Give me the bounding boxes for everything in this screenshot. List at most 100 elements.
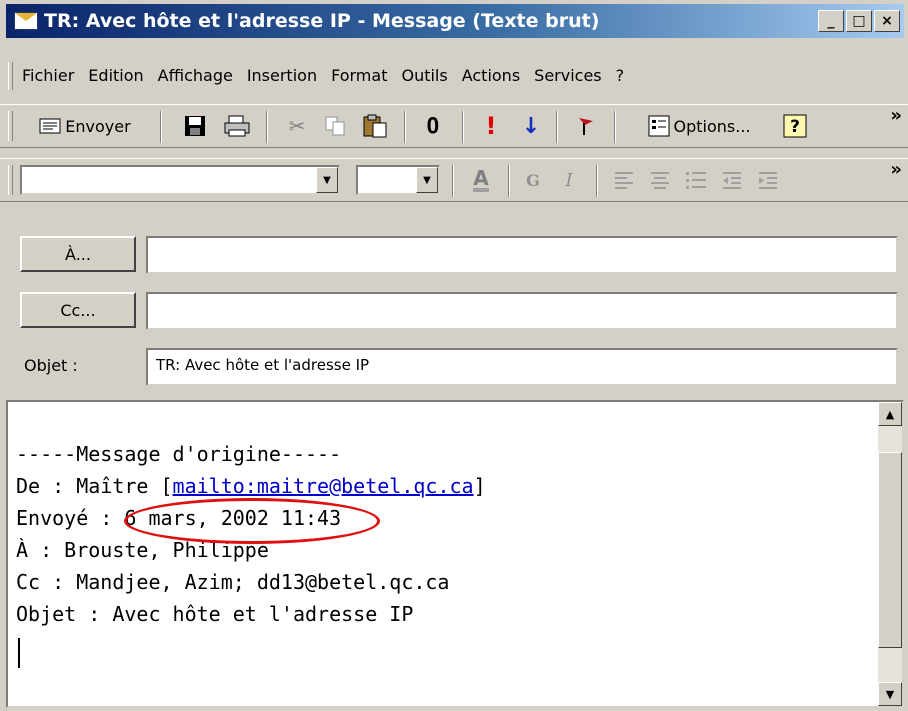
bullets-button[interactable]: [682, 165, 710, 195]
menu-affichage[interactable]: Affichage: [158, 66, 233, 85]
toolbar-separator: [266, 111, 268, 143]
toolbar-separator: [614, 111, 616, 143]
vertical-scrollbar[interactable]: ▲ ▼: [878, 402, 902, 706]
down-arrow-icon: ↓: [521, 113, 541, 139]
toolbar-grip[interactable]: [8, 165, 13, 195]
send-label: Envoyer: [65, 116, 131, 136]
font-color-button[interactable]: A: [466, 165, 496, 195]
toolbar-separator: [462, 111, 464, 143]
align-left-button[interactable]: [610, 165, 638, 195]
formatting-toolbar: ▼ ▼ A G I »: [0, 158, 908, 202]
help-button[interactable]: ?: [778, 111, 812, 141]
menu-insertion[interactable]: Insertion: [247, 66, 317, 85]
outdent-icon: [723, 172, 741, 189]
minimize-button[interactable]: _: [818, 10, 844, 32]
scissors-icon: ✂: [288, 114, 306, 138]
menu-bar: Fichier Edition Affichage Insertion Form…: [22, 60, 638, 90]
title-bar[interactable]: TR: Avec hôte et l'adresse IP - Message …: [6, 4, 904, 38]
cut-button[interactable]: ✂: [282, 111, 312, 141]
toolbar-separator: [596, 165, 598, 197]
indent-icon: [759, 172, 777, 189]
help-icon: ?: [783, 114, 807, 138]
subject-field[interactable]: TR: Avec hôte et l'adresse IP: [146, 348, 898, 386]
from-suffix: ]: [473, 474, 486, 498]
close-button[interactable]: ×: [874, 10, 900, 32]
toolbar-separator: [160, 111, 162, 143]
align-center-icon: [651, 172, 669, 189]
maximize-button[interactable]: □: [846, 10, 872, 32]
toolbar-more-button[interactable]: »: [890, 161, 902, 179]
menu-services[interactable]: Services: [534, 66, 601, 85]
window-controls: _ □ ×: [818, 10, 900, 32]
chevron-down-icon[interactable]: ▼: [416, 167, 438, 193]
date-highlight-circle: [124, 498, 380, 544]
scroll-down-button[interactable]: ▼: [878, 682, 902, 706]
menu-fichier[interactable]: Fichier: [22, 66, 74, 85]
font-select[interactable]: ▼: [20, 165, 340, 195]
bold-button[interactable]: G: [520, 165, 546, 195]
toolbar-separator: [404, 111, 406, 143]
envelope-icon: [39, 118, 61, 134]
subject-line: Objet : Avec hôte et l'adresse IP: [16, 602, 414, 626]
flag-button[interactable]: [570, 111, 600, 141]
menu-outils[interactable]: Outils: [401, 66, 447, 85]
outdent-button[interactable]: [718, 165, 746, 195]
indent-button[interactable]: [754, 165, 782, 195]
to-field[interactable]: [146, 236, 898, 274]
menu-edition[interactable]: Edition: [88, 66, 143, 85]
email-link[interactable]: mailto:maitre@betel.qc.ca: [173, 474, 474, 498]
svg-text:?: ?: [790, 117, 800, 137]
menu-help[interactable]: ?: [616, 66, 625, 85]
send-button[interactable]: Envoyer: [20, 111, 150, 141]
toolbar-separator: [452, 165, 454, 197]
toolbar-more-button[interactable]: »: [890, 107, 902, 125]
italic-button[interactable]: I: [556, 165, 582, 195]
exclamation-icon: !: [485, 112, 497, 140]
scroll-up-button[interactable]: ▲: [878, 402, 902, 426]
options-label: Options...: [673, 116, 751, 136]
font-color-icon: A: [473, 166, 489, 192]
high-importance-button[interactable]: !: [478, 111, 504, 141]
size-select[interactable]: ▼: [356, 165, 440, 195]
options-icon: [648, 115, 669, 137]
subject-label: Objet :: [24, 356, 78, 375]
message-window: TR: Avec hôte et l'adresse IP - Message …: [0, 0, 908, 711]
low-importance-button[interactable]: ↓: [516, 111, 546, 141]
print-button[interactable]: [220, 111, 254, 141]
italic-icon: I: [565, 169, 573, 191]
align-center-button[interactable]: [646, 165, 674, 195]
menu-format[interactable]: Format: [331, 66, 387, 85]
paperclip-icon: 𝟎: [426, 113, 440, 139]
save-button[interactable]: [180, 111, 210, 141]
menubar-grip[interactable]: [8, 62, 13, 90]
message-body[interactable]: -----Message d'origine----- De : Maître […: [6, 400, 904, 708]
to-button[interactable]: À...: [20, 236, 136, 272]
toolbar-separator: [556, 111, 558, 143]
cc-line: Cc : Mandjee, Azim; dd13@betel.qc.ca: [16, 570, 450, 594]
flag-icon: [579, 118, 593, 135]
save-icon: [185, 116, 205, 136]
chevron-down-icon[interactable]: ▼: [316, 167, 338, 193]
cc-button[interactable]: Cc...: [20, 292, 136, 328]
standard-toolbar: Envoyer ✂ 𝟎 ! ↓ Options... ? »: [0, 104, 908, 148]
align-left-icon: [615, 172, 633, 189]
body-line: -----Message d'origine-----: [16, 442, 342, 466]
from-prefix: De : Maître [: [16, 474, 173, 498]
menu-actions[interactable]: Actions: [462, 66, 520, 85]
paste-button[interactable]: [358, 111, 392, 141]
toolbar-separator: [508, 165, 510, 197]
cc-field[interactable]: [146, 292, 898, 330]
printer-icon: [224, 115, 250, 137]
paste-icon: [363, 114, 387, 138]
bullets-icon: [686, 172, 706, 189]
scroll-thumb[interactable]: [878, 452, 902, 648]
toolbar-grip[interactable]: [8, 111, 13, 141]
window-title: TR: Avec hôte et l'adresse IP - Message …: [44, 10, 600, 32]
copy-button[interactable]: [320, 111, 350, 141]
attach-button[interactable]: 𝟎: [418, 111, 448, 141]
text-cursor: [18, 638, 20, 668]
options-button[interactable]: Options...: [628, 111, 770, 141]
envelope-icon: [14, 12, 38, 30]
bold-icon: G: [526, 170, 540, 190]
copy-icon: [325, 116, 345, 136]
